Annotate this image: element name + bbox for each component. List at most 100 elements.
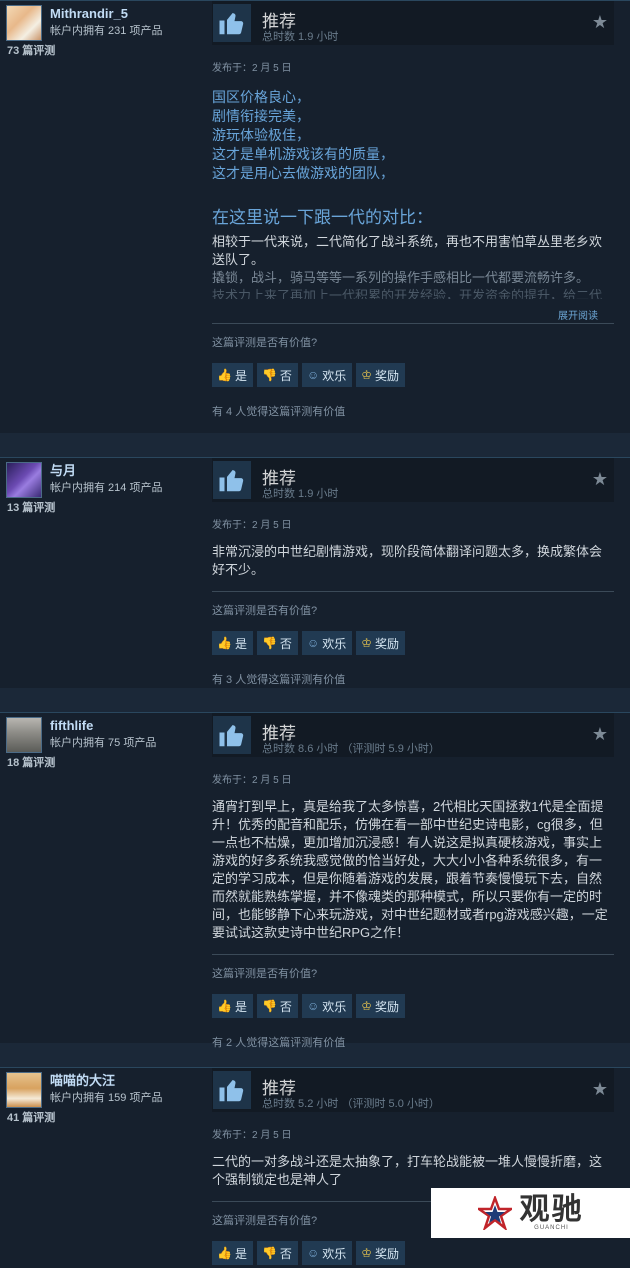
button-label: 是 (234, 636, 247, 651)
avatar[interactable] (6, 5, 42, 41)
review-line: 游玩体验极佳， (212, 127, 310, 143)
button-label: 否 (279, 1246, 292, 1261)
avatar[interactable] (6, 1072, 42, 1108)
review-body: 相较于一代来说，二代简化了战斗系统，再也不用害怕草丛里老乡欢送队了。 (212, 234, 603, 267)
thumbs-up-icon: 👍 (217, 1246, 232, 1260)
helpful-question: 这篇评测是否有价值? (212, 337, 318, 349)
vote-buttons: 👍 是 👎 否 ☺ 欢乐 ♔ 奖励 (212, 631, 614, 655)
helpful-count: 有 3 人觉得这篇评测有价值 (212, 674, 346, 686)
award-button[interactable]: ♔ 奖励 (356, 1241, 405, 1265)
button-label: 否 (279, 999, 292, 1014)
helpful-yes-button[interactable]: 👍 是 (212, 1241, 253, 1265)
read-more-link[interactable]: 展开阅读 (558, 307, 598, 322)
helpful-yes-button[interactable]: 👍 是 (212, 363, 253, 387)
site-watermark: 观驰 GUANCHI (431, 1188, 630, 1238)
thumbs-up-icon: 👍 (217, 368, 232, 382)
funny-button[interactable]: ☺ 欢乐 (301, 994, 353, 1018)
play-hours: 总时数 1.9 小时 (262, 488, 339, 500)
avatar[interactable] (6, 717, 42, 753)
vote-header[interactable]: 推荐 总时数 8.6 小时 （评测时 5.9 小时） ★ (212, 713, 614, 757)
vote-header[interactable]: 推荐 总时数 1.9 小时 ★ (212, 1, 614, 45)
divider (212, 591, 614, 592)
vote-buttons: 👍 是 👎 否 ☺ 欢乐 ♔ 奖励 (212, 363, 614, 387)
posted-date: 发布于：2 月 5 日 (212, 775, 292, 786)
helpful-no-button[interactable]: 👎 否 (256, 631, 298, 655)
avatar[interactable] (6, 462, 42, 498)
play-hours: 总时数 1.9 小时 (262, 31, 339, 43)
review-heading: 在这里说一下跟一代的对比： (212, 208, 433, 227)
vote-header[interactable]: 推荐 总时数 5.2 小时 （评测时 5.0 小时） ★ (212, 1068, 614, 1112)
vote-buttons: 👍 是 👎 否 ☺ 欢乐 ♔ 奖励 (212, 994, 614, 1018)
thumbs-up-icon (213, 1071, 251, 1109)
thumbs-down-icon: 👎 (261, 636, 277, 650)
button-label: 奖励 (374, 636, 399, 651)
button-label: 否 (279, 636, 292, 651)
vote-header[interactable]: 推荐 总时数 1.9 小时 ★ (212, 458, 614, 502)
helpful-yes-button[interactable]: 👍 是 (212, 631, 253, 655)
vote-buttons: 👍 是 👎 否 ☺ 欢乐 ♔ 奖励 (212, 1241, 614, 1265)
thumbs-up-icon: 👍 (217, 999, 232, 1013)
button-label: 奖励 (374, 1246, 399, 1261)
review-card: fifthlife 帐户内拥有 75 项产品 18 篇评测 推荐 总时数 8.6… (0, 712, 630, 1049)
helpful-no-button[interactable]: 👎 否 (256, 994, 298, 1018)
review-line: 这才是用心去做游戏的团队， (212, 165, 394, 181)
author-review-count[interactable]: 73 篇评测 (6, 41, 206, 58)
review-body: 撬锁，战斗，骑马等等一系列的操作手感相比一代都要流畅许多。 (212, 270, 590, 285)
review-line: 剧情衔接完美， (212, 108, 310, 124)
author-review-count[interactable]: 41 篇评测 (6, 1108, 206, 1125)
button-label: 奖励 (374, 999, 399, 1014)
divider (212, 954, 614, 955)
helpful-no-button[interactable]: 👎 否 (256, 363, 298, 387)
funny-button[interactable]: ☺ 欢乐 (301, 363, 353, 387)
watermark-title: 观驰 (519, 1192, 584, 1227)
play-hours: 总时数 8.6 小时 （评测时 5.9 小时） (262, 743, 440, 755)
award-button[interactable]: ♔ 奖励 (356, 631, 405, 655)
thumbs-down-icon: 👎 (261, 1246, 277, 1260)
award-button[interactable]: ♔ 奖励 (356, 994, 405, 1018)
button-label: 欢乐 (322, 636, 347, 651)
award-icon: ♔ (361, 368, 372, 382)
smiley-icon: ☺ (306, 999, 320, 1013)
posted-date: 发布于：2 月 5 日 (212, 63, 292, 74)
review-main: 推荐 总时数 8.6 小时 （评测时 5.9 小时） ★ 发布于：2 月 5 日… (212, 713, 614, 1069)
author-review-count[interactable]: 13 篇评测 (6, 498, 206, 515)
review-main: 推荐 总时数 1.9 小时 ★ 发布于：2 月 5 日 国区价格良心， 剧情衔接… (212, 1, 614, 438)
helpful-count: 有 4 人觉得这篇评测有价值 (212, 406, 346, 418)
helpful-no-button[interactable]: 👎 否 (256, 1241, 298, 1265)
review-author: 喵喵的大汪 帐户内拥有 159 项产品 41 篇评测 (6, 1072, 206, 1125)
funny-button[interactable]: ☺ 欢乐 (301, 1241, 353, 1265)
button-label: 是 (234, 999, 247, 1014)
award-icon: ♔ (361, 1246, 372, 1260)
watermark-text-block: 观驰 GUANCHI (519, 1192, 584, 1232)
award-star-icon[interactable]: ★ (592, 1080, 608, 1098)
award-icon: ♔ (361, 999, 372, 1013)
funny-button[interactable]: ☺ 欢乐 (301, 631, 353, 655)
thumbs-up-icon: 👍 (217, 636, 232, 650)
button-label: 是 (234, 368, 247, 383)
award-star-icon[interactable]: ★ (592, 725, 608, 743)
thumbs-down-icon: 👎 (261, 368, 277, 382)
award-star-icon[interactable]: ★ (592, 13, 608, 31)
helpful-question: 这篇评测是否有价值? (212, 605, 318, 617)
posted-date: 发布于：2 月 5 日 (212, 1130, 292, 1141)
thumbs-up-icon (213, 461, 251, 499)
button-label: 欢乐 (322, 999, 347, 1014)
review-author: Mithrandir_5 帐户内拥有 231 项产品 73 篇评测 (6, 5, 206, 58)
helpful-yes-button[interactable]: 👍 是 (212, 994, 253, 1018)
helpful-question: 这篇评测是否有价值? (212, 968, 318, 980)
thumbs-down-icon: 👎 (261, 999, 277, 1013)
award-button[interactable]: ♔ 奖励 (356, 363, 405, 387)
review-card: 与月 帐户内拥有 214 项产品 13 篇评测 推荐 总时数 1.9 小时 ★ … (0, 457, 630, 688)
smiley-icon: ☺ (306, 636, 320, 650)
read-more-row: 展开阅读 (212, 301, 614, 324)
thumbs-up-icon (213, 4, 251, 42)
review-main: 推荐 总时数 1.9 小时 ★ 发布于：2 月 5 日 非常沉浸的中世纪剧情游戏… (212, 458, 614, 706)
star-logo-icon (477, 1196, 512, 1230)
review-author: fifthlife 帐户内拥有 75 项产品 18 篇评测 (6, 717, 206, 770)
review-body: 非常沉浸的中世纪剧情游戏，现阶段简体翻译问题太多，换成繁体会好不少。 (212, 544, 603, 577)
review-author: 与月 帐户内拥有 214 项产品 13 篇评测 (6, 462, 206, 515)
award-star-icon[interactable]: ★ (592, 470, 608, 488)
author-review-count[interactable]: 18 篇评测 (6, 753, 206, 770)
button-label: 奖励 (374, 368, 399, 383)
review-line: 这才是单机游戏该有的质量， (212, 146, 394, 162)
